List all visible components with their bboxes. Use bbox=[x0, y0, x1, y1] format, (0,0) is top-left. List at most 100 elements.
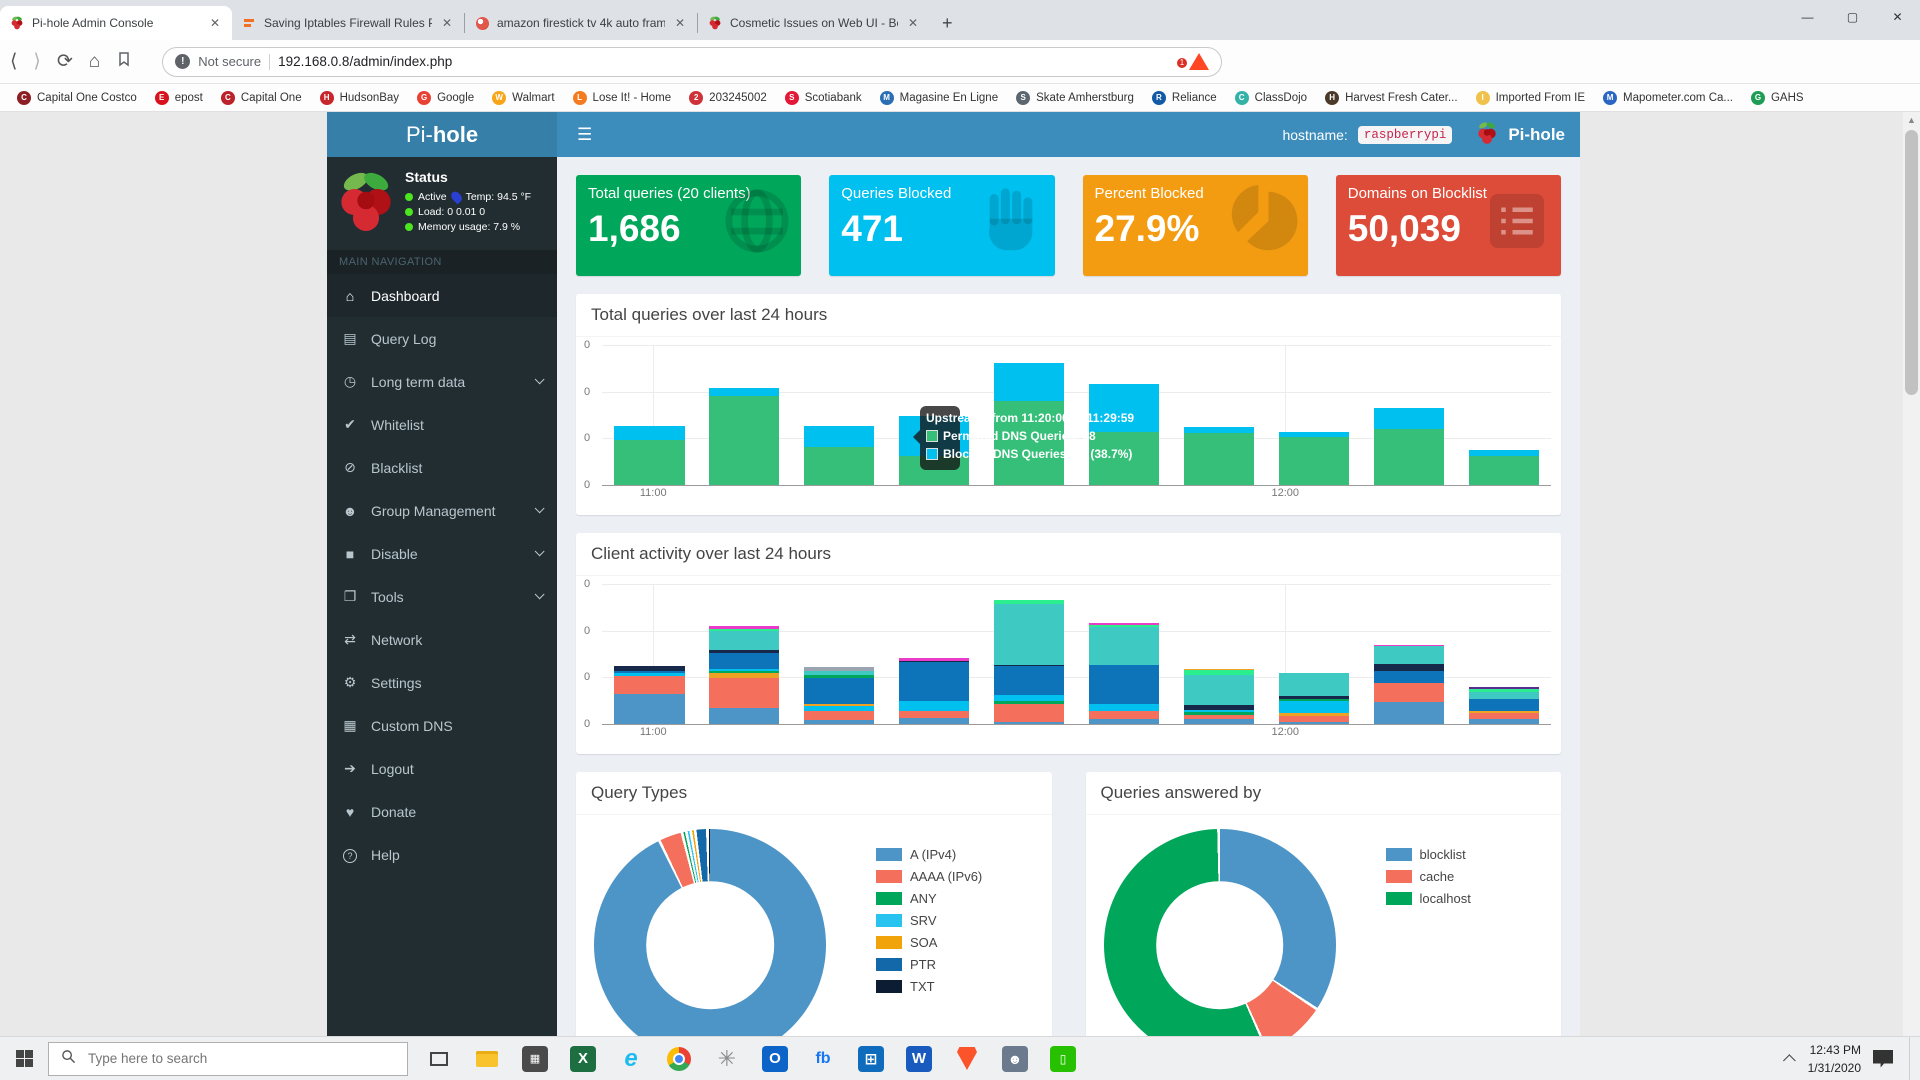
tab-close-icon[interactable]: ✕ bbox=[906, 16, 920, 30]
stacked-bar[interactable] bbox=[1184, 427, 1254, 485]
sidebar-item-disable[interactable]: ■Disable bbox=[327, 532, 557, 575]
sidebar-item-dashboard[interactable]: ⌂Dashboard bbox=[327, 274, 557, 317]
stacked-bar[interactable] bbox=[899, 658, 969, 724]
sidebar-item-settings[interactable]: ⚙Settings bbox=[327, 661, 557, 704]
sidebar-item-whitelist[interactable]: ✔Whitelist bbox=[327, 403, 557, 446]
chrome-icon[interactable] bbox=[666, 1046, 692, 1072]
word-icon[interactable]: W bbox=[906, 1046, 932, 1072]
sidebar-item-query-log[interactable]: ▤Query Log bbox=[327, 317, 557, 360]
address-bar[interactable]: ! Not secure 192.168.0.8/admin/index.php… bbox=[162, 47, 1222, 77]
maximize-button[interactable]: ▢ bbox=[1830, 0, 1875, 34]
legend-item[interactable]: localhost bbox=[1386, 891, 1471, 906]
sidebar-item-network[interactable]: ⇄Network bbox=[327, 618, 557, 661]
outlook-icon[interactable]: O bbox=[762, 1046, 788, 1072]
bookmark-item[interactable]: 2203245002 bbox=[682, 88, 774, 108]
summary-card-pie[interactable]: Percent Blocked27.9% bbox=[1083, 175, 1308, 276]
stacked-bar[interactable] bbox=[709, 388, 779, 485]
settings-asterisk-icon[interactable]: ✳ bbox=[714, 1046, 740, 1072]
bookmark-item[interactable]: SSkate Amherstburg bbox=[1009, 88, 1141, 108]
hidden-icons-chevron-icon[interactable] bbox=[1783, 1054, 1796, 1067]
tab-close-icon[interactable]: ✕ bbox=[440, 16, 454, 30]
stacked-bar[interactable] bbox=[1089, 384, 1159, 485]
bookmark-item[interactable]: MMagasine En Ligne bbox=[873, 88, 1005, 108]
bookmark-item[interactable]: HHudsonBay bbox=[313, 88, 406, 108]
summary-card-hand[interactable]: Queries Blocked471 bbox=[829, 175, 1054, 276]
sidebar-item-group-management[interactable]: ☻Group Management bbox=[327, 489, 557, 532]
stacked-bar[interactable] bbox=[1374, 408, 1444, 485]
sidebar-item-blacklist[interactable]: ⊘Blacklist bbox=[327, 446, 557, 489]
tab-close-icon[interactable]: ✕ bbox=[208, 16, 222, 30]
bookmark-item[interactable]: Eepost bbox=[148, 88, 210, 108]
sidebar-item-help[interactable]: ?Help bbox=[327, 833, 557, 876]
bookmark-item[interactable]: LLose It! - Home bbox=[566, 88, 679, 108]
legend-item[interactable]: SRV bbox=[876, 913, 982, 928]
bookmark-item[interactable]: GGoogle bbox=[410, 88, 481, 108]
bookmark-item[interactable]: CCapital One bbox=[214, 88, 309, 108]
search-input[interactable] bbox=[86, 1050, 395, 1067]
sidebar-item-donate[interactable]: ♥Donate bbox=[327, 790, 557, 833]
url-text[interactable]: 192.168.0.8/admin/index.php bbox=[278, 54, 1173, 69]
home-button[interactable]: ⌂ bbox=[89, 51, 100, 73]
action-center-icon[interactable] bbox=[1873, 1050, 1893, 1068]
minimize-button[interactable]: — bbox=[1785, 0, 1830, 34]
user-icon[interactable]: ☻ bbox=[1002, 1046, 1028, 1072]
legend-item[interactable]: TXT bbox=[876, 979, 982, 994]
sidebar-item-long-term-data[interactable]: ◷Long term data bbox=[327, 360, 557, 403]
bookmark-item[interactable]: RReliance bbox=[1145, 88, 1224, 108]
not-secure-icon[interactable]: ! bbox=[175, 54, 190, 69]
stacked-bar[interactable] bbox=[709, 626, 779, 724]
legend-item[interactable]: PTR bbox=[876, 957, 982, 972]
stacked-bar[interactable] bbox=[1184, 669, 1254, 724]
queries-answered-donut[interactable] bbox=[1104, 829, 1336, 1036]
stacked-bar[interactable] bbox=[994, 600, 1064, 724]
bookmark-item[interactable]: HHarvest Fresh Cater... bbox=[1318, 88, 1464, 108]
legend-item[interactable]: AAAA (IPv6) bbox=[876, 869, 982, 884]
browser-tab[interactable]: Pi-hole Admin Console✕ bbox=[0, 6, 232, 40]
taskbar-search[interactable] bbox=[48, 1042, 408, 1076]
calculator-icon[interactable]: ▦ bbox=[522, 1046, 548, 1072]
stacked-bar[interactable] bbox=[1469, 687, 1539, 724]
summary-card-list[interactable]: Domains on Blocklist50,039 bbox=[1336, 175, 1561, 276]
stacked-bar[interactable] bbox=[1374, 645, 1444, 724]
stacked-bar[interactable] bbox=[1089, 623, 1159, 724]
stacked-bar[interactable] bbox=[1279, 673, 1349, 724]
microsoft-store-icon[interactable]: ⊞ bbox=[858, 1046, 884, 1072]
facebook-icon[interactable]: fb bbox=[810, 1046, 836, 1072]
bookmark-item[interactable]: MMapometer.com Ca... bbox=[1596, 88, 1740, 108]
bookmark-item[interactable]: WWalmart bbox=[485, 88, 561, 108]
browser-tab[interactable]: Cosmetic Issues on Web UI - Beta✕ bbox=[698, 6, 930, 40]
legend-item[interactable]: A (IPv4) bbox=[876, 847, 982, 862]
excel-icon[interactable]: X bbox=[570, 1046, 596, 1072]
legend-item[interactable]: SOA bbox=[876, 935, 982, 950]
query-types-donut[interactable] bbox=[594, 829, 826, 1036]
stacked-bar[interactable] bbox=[1279, 432, 1349, 485]
scrollbar-thumb[interactable] bbox=[1905, 130, 1918, 395]
stacked-bar[interactable] bbox=[1469, 450, 1539, 485]
start-button[interactable] bbox=[0, 1037, 48, 1080]
bookmark-item[interactable]: SScotiabank bbox=[778, 88, 869, 108]
sidebar-toggle-icon[interactable]: ☰ bbox=[572, 125, 597, 145]
show-desktop-button[interactable] bbox=[1909, 1037, 1914, 1080]
task-view-icon[interactable] bbox=[426, 1046, 452, 1072]
bookmark-item[interactable]: CClassDojo bbox=[1228, 88, 1314, 108]
stacked-bar[interactable] bbox=[614, 666, 684, 724]
brave-icon[interactable] bbox=[954, 1046, 980, 1072]
new-tab-button[interactable]: + bbox=[930, 13, 965, 34]
pihole-logo[interactable]: Pi-hole bbox=[327, 112, 557, 157]
file-explorer-icon[interactable] bbox=[474, 1046, 500, 1072]
bookmark-icon[interactable] bbox=[116, 51, 132, 72]
sidebar-item-logout[interactable]: ➔Logout bbox=[327, 747, 557, 790]
scroll-up-icon[interactable]: ▲ bbox=[1903, 112, 1920, 128]
bookmark-item[interactable]: CCapital One Costco bbox=[10, 88, 144, 108]
brave-rewards-icon[interactable] bbox=[1189, 53, 1209, 70]
forward-button[interactable]: ⟩ bbox=[33, 50, 40, 73]
stacked-bar[interactable] bbox=[804, 667, 874, 724]
page-scrollbar[interactable]: ▲ bbox=[1903, 112, 1920, 1036]
back-button[interactable]: ⟨ bbox=[10, 50, 17, 73]
phone-icon[interactable]: ▯ bbox=[1050, 1046, 1076, 1072]
stacked-bar[interactable] bbox=[804, 426, 874, 485]
bookmark-item[interactable]: IImported From IE bbox=[1469, 88, 1592, 108]
close-button[interactable]: ✕ bbox=[1875, 0, 1920, 34]
legend-item[interactable]: blocklist bbox=[1386, 847, 1471, 862]
legend-item[interactable]: ANY bbox=[876, 891, 982, 906]
